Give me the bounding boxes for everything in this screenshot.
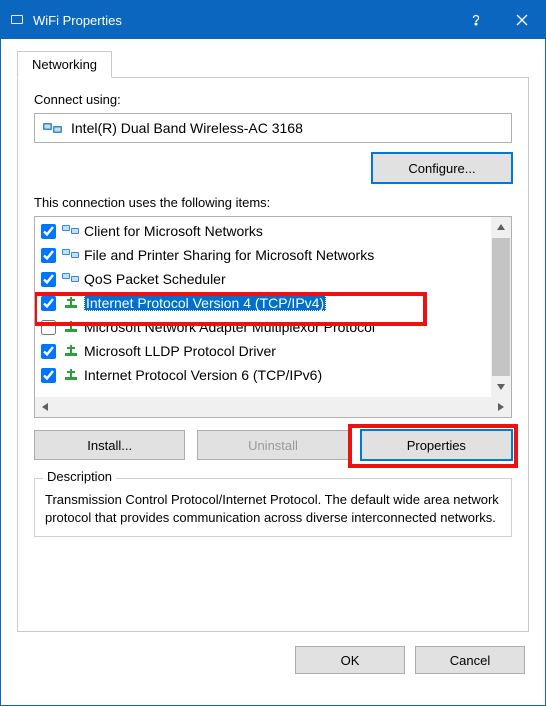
items-listbox[interactable]: Client for Microsoft Networks File and Pr… <box>34 216 512 418</box>
item-label: QoS Packet Scheduler <box>84 271 226 287</box>
close-button[interactable] <box>499 1 545 39</box>
client-icon <box>62 246 80 264</box>
item-label: Client for Microsoft Networks <box>84 223 263 239</box>
item-checkbox[interactable] <box>41 272 56 287</box>
tab-panel-networking: Connect using: Intel(R) Dual Band Wirele… <box>17 77 529 632</box>
item-label: Microsoft LLDP Protocol Driver <box>84 343 276 359</box>
item-checkbox[interactable] <box>41 248 56 263</box>
protocol-icon <box>62 318 80 336</box>
properties-button[interactable]: Properties <box>361 430 512 460</box>
list-item[interactable]: Internet Protocol Version 4 (TCP/IPv4) <box>39 291 491 315</box>
scroll-thumb[interactable] <box>492 238 510 376</box>
item-checkbox[interactable] <box>41 368 56 383</box>
scroll-up-icon[interactable] <box>491 217 511 237</box>
item-label: Internet Protocol Version 4 (TCP/IPv4) <box>84 295 326 311</box>
list-item[interactable]: QoS Packet Scheduler <box>39 267 491 291</box>
window-title: WiFi Properties <box>33 13 453 28</box>
cancel-button[interactable]: Cancel <box>415 646 525 674</box>
item-action-buttons: Install... Uninstall Properties <box>34 430 512 460</box>
item-checkbox[interactable] <box>41 344 56 359</box>
install-button[interactable]: Install... <box>34 430 185 460</box>
connect-using-label: Connect using: <box>34 92 512 107</box>
items-label: This connection uses the following items… <box>34 195 512 210</box>
wifi-properties-window: WiFi Properties Networking Connect using… <box>0 0 546 706</box>
configure-button[interactable]: Configure... <box>372 153 512 183</box>
help-button[interactable] <box>453 1 499 39</box>
vertical-scrollbar[interactable] <box>491 217 511 397</box>
protocol-icon <box>62 294 80 312</box>
tab-row: Networking <box>17 51 529 78</box>
dialog-footer-buttons: OK Cancel <box>17 646 529 674</box>
scroll-right-icon[interactable] <box>491 397 511 417</box>
client-icon <box>62 222 80 240</box>
list-item[interactable]: Microsoft LLDP Protocol Driver <box>39 339 491 363</box>
scroll-left-icon[interactable] <box>35 397 55 417</box>
scroll-down-icon[interactable] <box>491 377 511 397</box>
description-legend: Description <box>43 469 116 484</box>
protocol-icon <box>62 366 80 384</box>
network-adapter-icon <box>43 120 63 136</box>
titlebar: WiFi Properties <box>1 1 545 39</box>
item-label: File and Printer Sharing for Microsoft N… <box>84 247 374 263</box>
item-checkbox[interactable] <box>41 224 56 239</box>
tab-networking[interactable]: Networking <box>17 51 112 78</box>
item-checkbox[interactable] <box>41 320 56 335</box>
client-icon <box>62 270 80 288</box>
adapter-name: Intel(R) Dual Band Wireless-AC 3168 <box>71 120 303 136</box>
item-label: Internet Protocol Version 6 (TCP/IPv6) <box>84 367 322 383</box>
item-label: Microsoft Network Adapter Multiplexor Pr… <box>84 319 375 335</box>
description-groupbox: Description Transmission Control Protoco… <box>34 478 512 537</box>
list-item[interactable]: Client for Microsoft Networks <box>39 219 491 243</box>
list-item[interactable]: File and Printer Sharing for Microsoft N… <box>39 243 491 267</box>
uninstall-button: Uninstall <box>197 430 348 460</box>
ok-button[interactable]: OK <box>295 646 405 674</box>
dialog-body: Networking Connect using: Intel(R) Dual … <box>1 39 545 688</box>
protocol-icon <box>62 342 80 360</box>
item-checkbox[interactable] <box>41 296 56 311</box>
description-text: Transmission Control Protocol/Internet P… <box>45 491 501 526</box>
app-icon <box>9 12 25 28</box>
list-item[interactable]: Microsoft Network Adapter Multiplexor Pr… <box>39 315 491 339</box>
list-item[interactable]: Internet Protocol Version 6 (TCP/IPv6) <box>39 363 491 387</box>
horizontal-scrollbar[interactable] <box>35 397 511 417</box>
adapter-field[interactable]: Intel(R) Dual Band Wireless-AC 3168 <box>34 113 512 143</box>
